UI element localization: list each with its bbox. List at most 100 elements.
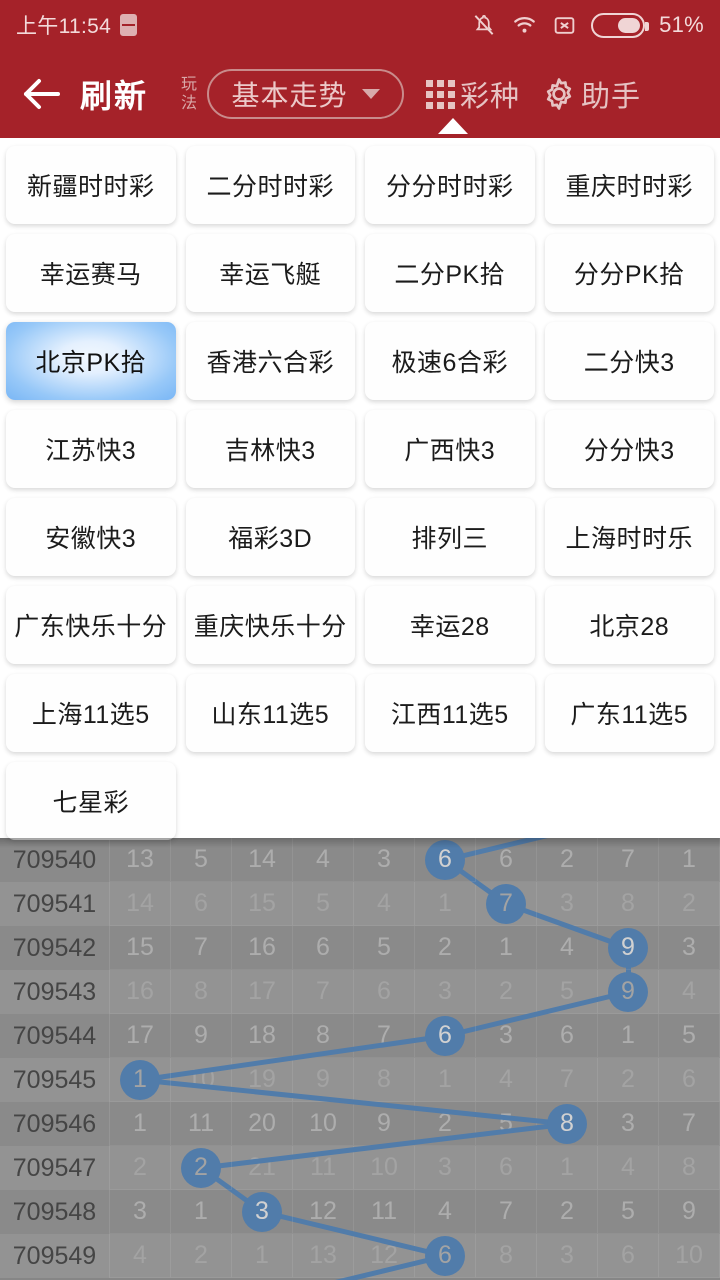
battery-icon (591, 12, 650, 38)
trend-cell: 1 (232, 1234, 293, 1278)
lottery-type-label: 吉林快3 (224, 437, 316, 465)
trend-cell-hit: 6 (415, 838, 476, 882)
lottery-type-cell[interactable]: 上海时时乐 (544, 498, 714, 576)
trend-chart-table[interactable]: 709540 13 5 14 4 3 6 6 2 7 1 709541 14 6 15 5 4 1 7 3 8 2 7095… (0, 838, 720, 1280)
lottery-type-label: 福彩3D (228, 525, 313, 553)
issue-number: 709548 (0, 1190, 110, 1234)
trend-cell: 8 (171, 970, 232, 1014)
lottery-type-label: 安徽快3 (45, 525, 137, 553)
lottery-type-cell[interactable]: 排列三 (365, 498, 535, 576)
trend-cell-hit: 3 (232, 1190, 293, 1234)
lottery-type-cell[interactable]: 北京28 (544, 586, 714, 664)
trend-cell: 1 (415, 1058, 476, 1102)
trend-cell: 7 (476, 1190, 537, 1234)
lottery-type-label: 江西11选5 (390, 701, 509, 729)
trend-cell: 4 (659, 970, 720, 1014)
lottery-type-cell[interactable]: 极速6合彩 (365, 322, 535, 400)
lottery-type-cell[interactable]: 重庆快乐十分 (185, 586, 355, 664)
lottery-type-label: 分分时时彩 (385, 173, 514, 201)
lottery-type-cell[interactable]: 上海11选5 (6, 674, 176, 752)
grid-dots-icon (426, 79, 456, 109)
trend-cell: 9 (354, 1102, 415, 1146)
trend-cell: 2 (537, 838, 598, 882)
lottery-type-cell[interactable]: 幸运飞艇 (185, 234, 355, 312)
lottery-type-cell[interactable]: 重庆时时彩 (544, 146, 714, 224)
lottery-type-label: 二分PK拾 (394, 261, 506, 289)
lottery-types-label: 彩种 (460, 81, 521, 113)
trend-cell: 15 (232, 882, 293, 926)
trend-cell: 6 (537, 1014, 598, 1058)
trend-cell-hit: 8 (537, 1102, 598, 1146)
status-bar: 上午11:54 51% (0, 0, 720, 50)
issue-number: 709549 (0, 1234, 110, 1278)
lottery-type-cell[interactable]: 分分PK拾 (544, 234, 714, 312)
lottery-type-label: 新疆时时彩 (26, 173, 155, 201)
trend-cell: 3 (476, 1014, 537, 1058)
assistant-label: 助手 (581, 81, 642, 113)
trend-cell: 1 (659, 838, 720, 882)
trend-cell: 14 (232, 838, 293, 882)
table-row: 709549 4 2 1 13 12 6 8 3 6 10 (0, 1234, 720, 1278)
table-row: 709541 14 6 15 5 4 1 7 3 8 2 (0, 882, 720, 926)
issue-number: 709540 (0, 838, 110, 882)
trend-cell: 3 (110, 1190, 171, 1234)
playmode-select[interactable]: 基本走势 (207, 69, 405, 119)
table-row: 709542 15 7 16 6 5 2 1 4 9 3 (0, 926, 720, 970)
lottery-type-cell[interactable]: 幸运赛马 (6, 234, 176, 312)
trend-cell-hit: 9 (598, 970, 659, 1014)
table-row: 709547 2 2 21 11 10 3 6 1 4 8 (0, 1146, 720, 1190)
lottery-type-cell[interactable]: 北京PK拾 (6, 322, 176, 400)
lottery-type-label: 重庆时时彩 (565, 173, 693, 201)
lottery-type-cell[interactable]: 七星彩 (6, 762, 176, 840)
issue-number: 709543 (0, 970, 110, 1014)
trend-cell: 11 (354, 1190, 415, 1234)
trend-cell: 7 (354, 1014, 415, 1058)
lottery-type-cell[interactable]: 安徽快3 (6, 498, 176, 576)
trend-cell: 16 (232, 926, 293, 970)
trend-cell-hit: 7 (476, 882, 537, 926)
status-time: 上午11:54 (16, 15, 112, 38)
trend-cell: 7 (171, 926, 232, 970)
back-button[interactable] (14, 66, 70, 122)
trend-cell: 8 (293, 1014, 354, 1058)
trend-cell: 3 (537, 882, 598, 926)
lottery-type-cell[interactable]: 广西快3 (365, 410, 535, 488)
trend-cell: 8 (476, 1234, 537, 1278)
lottery-type-cell[interactable]: 山东11选5 (185, 674, 355, 752)
trend-cell: 4 (415, 1190, 476, 1234)
lottery-type-cell[interactable]: 江苏快3 (6, 410, 176, 488)
trend-cell: 8 (354, 1058, 415, 1102)
lottery-type-cell[interactable]: 新疆时时彩 (6, 146, 176, 224)
lottery-type-cell[interactable]: 二分时时彩 (185, 146, 355, 224)
lottery-type-cell[interactable]: 分分快3 (544, 410, 714, 488)
lottery-type-cell[interactable]: 二分快3 (544, 322, 714, 400)
lottery-type-label: 广东11选5 (570, 701, 689, 729)
trend-cell: 12 (354, 1234, 415, 1278)
back-arrow-icon (24, 79, 60, 109)
lottery-type-label: 江苏快3 (45, 437, 137, 465)
trend-cell: 1 (598, 1014, 659, 1058)
lottery-type-label: 上海11选5 (31, 701, 150, 729)
trend-cell: 6 (293, 926, 354, 970)
lottery-type-cell[interactable]: 吉林快3 (185, 410, 355, 488)
trend-cell: 2 (476, 970, 537, 1014)
trend-cell: 9 (659, 1190, 720, 1234)
assistant-button[interactable]: 助手 (542, 73, 641, 115)
table-row: 709548 3 1 3 12 11 4 7 2 5 9 (0, 1190, 720, 1234)
lottery-type-panel: 新疆时时彩 二分时时彩 分分时时彩 重庆时时彩幸运赛马 幸运飞艇 二分PK拾 分分PK拾北京… (0, 138, 720, 840)
trend-cell: 7 (293, 970, 354, 1014)
lottery-types-button[interactable]: 彩种 (426, 73, 521, 134)
sim-card-icon (120, 14, 138, 36)
lottery-type-cell[interactable]: 福彩3D (185, 498, 355, 576)
lottery-type-cell[interactable]: 香港六合彩 (185, 322, 355, 400)
lottery-type-cell[interactable]: 广东11选5 (544, 674, 714, 752)
lottery-type-label: 广西快3 (404, 437, 496, 465)
lottery-type-cell[interactable]: 幸运28 (365, 586, 535, 664)
lottery-type-cell[interactable]: 分分时时彩 (365, 146, 535, 224)
gear-icon (546, 78, 572, 110)
lottery-type-cell[interactable]: 二分PK拾 (365, 234, 535, 312)
lottery-type-label: 香港六合彩 (206, 349, 334, 377)
page-title: 刷新 (80, 78, 149, 114)
lottery-type-cell[interactable]: 江西11选5 (365, 674, 535, 752)
lottery-type-cell[interactable]: 广东快乐十分 (6, 586, 176, 664)
